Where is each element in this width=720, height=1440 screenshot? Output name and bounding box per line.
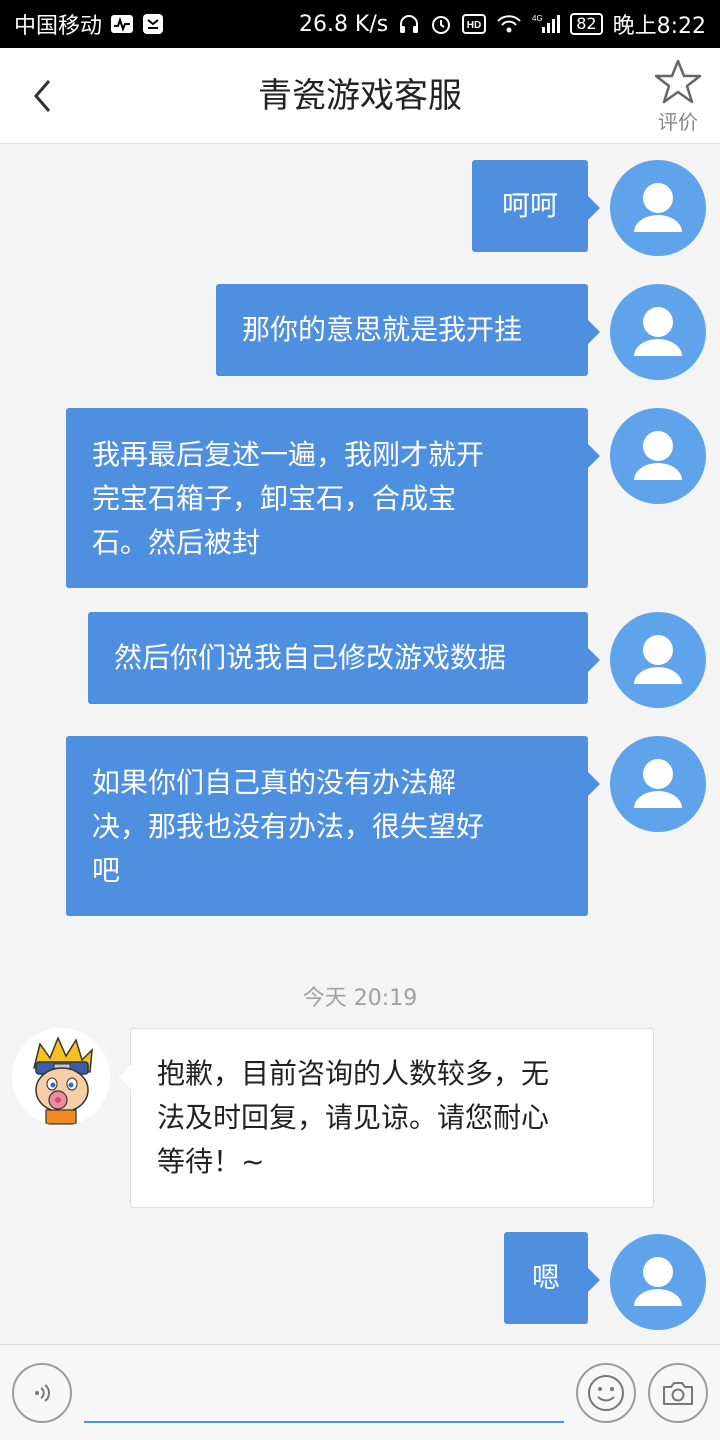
network-speed: 26.8 K/s — [298, 11, 389, 37]
headphone-icon — [398, 13, 420, 35]
user-icon — [634, 307, 682, 356]
voice-button[interactable] — [12, 1363, 72, 1423]
outgoing-message[interactable]: 那你的意思就是我开挂 — [216, 284, 600, 376]
bubble-tail — [588, 1268, 600, 1292]
outgoing-message[interactable]: 呵呵 — [472, 160, 600, 252]
notification-icon — [142, 13, 164, 35]
activity-icon — [110, 14, 134, 34]
user-icon — [634, 1257, 682, 1306]
message-line: 法及时回复，请见谅。请您耐心 — [157, 1101, 550, 1134]
bubble-tail — [588, 444, 600, 468]
emoji-icon — [588, 1375, 624, 1411]
message-input[interactable] — [84, 1365, 564, 1423]
user-icon — [634, 635, 682, 684]
clock: 晚上8:22 — [612, 14, 706, 39]
message-line: 石。然后被封 — [92, 526, 261, 559]
message-line: 完宝石箱子，卸宝石，合成宝 — [92, 482, 457, 515]
star-outline-icon — [654, 59, 702, 104]
message-timestamp: 今天 20:19 — [302, 986, 418, 1011]
bubble-tail — [588, 320, 600, 344]
message-text: 那你的意思就是我开挂 — [242, 313, 523, 346]
rate-button[interactable]: 评价 — [650, 58, 706, 136]
user-icon — [634, 759, 682, 808]
bubble-tail — [119, 1065, 131, 1089]
bubble-tail — [588, 772, 600, 796]
message-line: 等待！~ — [157, 1145, 265, 1178]
cartoon-ninja-icon — [12, 1028, 110, 1126]
svg-text:4G: 4G — [532, 14, 543, 23]
svg-text:HD: HD — [467, 20, 481, 31]
bubble-tail — [588, 648, 600, 672]
user-avatar[interactable] — [610, 160, 706, 256]
message-line: 吧 — [92, 854, 121, 887]
page-title: 青瓷游戏客服 — [258, 76, 462, 116]
carrier-name: 中国移动 — [14, 14, 103, 39]
input-bar — [0, 1344, 720, 1440]
bubble-tail — [588, 196, 600, 220]
user-icon — [634, 431, 682, 480]
outgoing-message[interactable]: 嗯 — [504, 1232, 600, 1324]
message-text: 呵呵 — [501, 189, 558, 222]
battery-indicator: 82 — [570, 13, 603, 35]
user-avatar[interactable] — [610, 408, 706, 504]
rate-label: 评价 — [658, 110, 698, 134]
hd-icon: HD — [462, 14, 487, 34]
chat-header: 青瓷游戏客服 评价 — [0, 48, 720, 144]
wifi-icon — [496, 14, 522, 34]
user-avatar[interactable] — [610, 1234, 706, 1330]
message-text: 然后你们说我自己修改游戏数据 — [114, 641, 507, 674]
message-line: 抱歉，目前咨询的人数较多，无 — [157, 1057, 550, 1090]
outgoing-message[interactable]: 然后你们说我自己修改游戏数据 — [88, 612, 600, 704]
camera-button[interactable] — [648, 1363, 708, 1423]
status-bar: 中国移动 26.8 K/s HD 4G 82 晚上8:22 — [0, 0, 720, 48]
user-avatar[interactable] — [610, 284, 706, 380]
camera-icon — [663, 1382, 693, 1405]
user-icon — [634, 183, 682, 232]
emoji-button[interactable] — [576, 1363, 636, 1423]
message-line: 决，那我也没有办法，很失望好 — [92, 810, 485, 843]
outgoing-message[interactable]: 如果你们自己真的没有办法解 决，那我也没有办法，很失望好 吧 — [66, 736, 600, 916]
message-line: 我再最后复述一遍，我刚才就开 — [92, 438, 485, 471]
user-avatar[interactable] — [610, 736, 706, 832]
message-line: 如果你们自己真的没有办法解 — [92, 766, 457, 799]
signal-icon: 4G — [532, 13, 561, 35]
voice-icon — [35, 1384, 50, 1402]
outgoing-message[interactable]: 我再最后复述一遍，我刚才就开 完宝石箱子，卸宝石，合成宝 石。然后被封 — [66, 408, 600, 588]
incoming-message[interactable]: 抱歉，目前咨询的人数较多，无 法及时回复，请见谅。请您耐心 等待！~ — [119, 1028, 654, 1208]
message-text: 嗯 — [531, 1261, 560, 1294]
agent-avatar[interactable] — [12, 1028, 110, 1126]
alarm-icon — [430, 13, 452, 35]
user-avatar[interactable] — [610, 612, 706, 708]
